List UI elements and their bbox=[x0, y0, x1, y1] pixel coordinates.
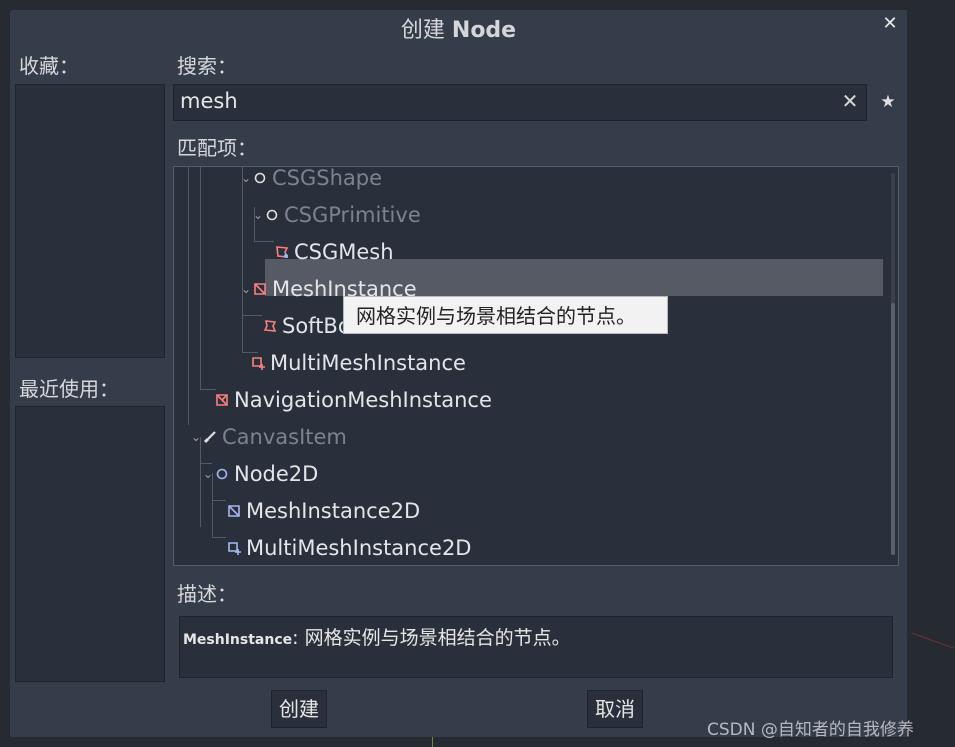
soft-body-icon bbox=[262, 318, 278, 334]
tree-item-multimeshinstance[interactable]: MultiMeshInstance bbox=[250, 348, 466, 378]
tree-guide bbox=[242, 167, 243, 353]
matches-label: 匹配项： bbox=[177, 136, 257, 160]
create-node-dialog: 创建 Node ✕ 收藏： 最近使用： 搜索： mesh ✕ ★ 匹配项： ⌄ bbox=[10, 10, 907, 737]
tree-item-label: MultiMeshInstance bbox=[270, 351, 466, 375]
navigation-mesh-icon bbox=[214, 392, 230, 408]
multimesh-instance-icon bbox=[250, 355, 266, 371]
watermark: CSDN @自知者的自我修养 bbox=[707, 720, 914, 740]
csg-mesh-icon bbox=[274, 244, 290, 260]
tooltip: 网格实例与场景相结合的节点。 bbox=[343, 296, 668, 334]
tree-guide bbox=[212, 537, 226, 538]
chevron-down-icon[interactable]: ⌄ bbox=[190, 430, 202, 444]
tree-item-label: Node2D bbox=[234, 462, 319, 486]
mesh-instance-2d-icon bbox=[226, 503, 242, 519]
search-label: 搜索： bbox=[177, 54, 237, 78]
tree-item-csgprimitive[interactable]: ⌄ CSGPrimitive bbox=[252, 200, 421, 230]
recent-label: 最近使用： bbox=[19, 377, 119, 401]
circle-node-2d-icon bbox=[214, 466, 230, 482]
grid-line-red bbox=[911, 632, 954, 649]
title-prefix: 创建 bbox=[400, 18, 445, 43]
description-label: 描述： bbox=[177, 582, 237, 606]
chevron-down-icon[interactable]: ⌄ bbox=[252, 208, 264, 222]
tree-guide bbox=[200, 167, 201, 389]
tree-item-label: NavigationMeshInstance bbox=[234, 388, 492, 412]
favorite-star-icon[interactable]: ★ bbox=[877, 90, 899, 114]
circle-node-icon bbox=[264, 207, 280, 223]
create-button[interactable]: 创建 bbox=[271, 690, 327, 728]
description-body: : 网格实例与场景相结合的节点。 bbox=[292, 627, 571, 649]
tree-item-navigationmeshinstance[interactable]: NavigationMeshInstance bbox=[214, 385, 492, 415]
description-text: MeshInstance: 网格实例与场景相结合的节点。 bbox=[183, 623, 571, 650]
circle-node-icon bbox=[252, 170, 268, 186]
tree-item-csgshape[interactable]: ⌄ CSGShape bbox=[240, 166, 383, 193]
favorites-list[interactable] bbox=[15, 84, 165, 358]
matches-tree[interactable]: ⌄ CSGShape ⌄ CSGPrimitive CSGMesh ⌄ Mesh… bbox=[173, 166, 899, 566]
search-value: mesh bbox=[180, 89, 238, 113]
tree-item-label: CSGShape bbox=[272, 166, 383, 190]
tree-item-label: CanvasItem bbox=[222, 425, 347, 449]
chevron-down-icon[interactable]: ⌄ bbox=[240, 282, 252, 296]
close-icon[interactable]: ✕ bbox=[878, 12, 902, 36]
tree-guide bbox=[254, 241, 274, 242]
tree-item-csgmesh[interactable]: CSGMesh bbox=[274, 237, 394, 267]
tree-item-canvasitem[interactable]: ⌄ CanvasItem bbox=[190, 422, 347, 452]
tree-item-node2d[interactable]: ⌄ Node2D bbox=[202, 459, 318, 489]
tree-item-label: CSGPrimitive bbox=[284, 203, 421, 227]
description-class-name: MeshInstance bbox=[183, 632, 293, 648]
scrollbar-thumb[interactable] bbox=[891, 303, 895, 555]
title-node: Node bbox=[451, 18, 517, 43]
tree-item-multimeshinstance2d[interactable]: MultiMeshInstance2D bbox=[226, 533, 471, 563]
description-box: MeshInstance: 网格实例与场景相结合的节点。 bbox=[179, 616, 893, 678]
tree-guide bbox=[212, 500, 226, 501]
cancel-button[interactable]: 取消 bbox=[587, 690, 643, 728]
tree-item-label: MultiMeshInstance2D bbox=[246, 536, 472, 560]
tree-guide bbox=[242, 315, 262, 316]
tree-item-label: CSGMesh bbox=[294, 240, 394, 264]
tree-item-label: MeshInstance2D bbox=[246, 499, 421, 523]
recent-list[interactable] bbox=[15, 406, 165, 682]
mesh-instance-icon bbox=[252, 281, 268, 297]
search-input[interactable]: mesh ✕ bbox=[173, 84, 867, 121]
multimesh-instance-2d-icon bbox=[226, 540, 242, 556]
tree-item-label: SoftBo bbox=[282, 314, 351, 338]
chevron-down-icon[interactable]: ⌄ bbox=[202, 467, 214, 481]
tree-item-softbody[interactable]: SoftBo bbox=[262, 311, 351, 341]
brush-icon bbox=[202, 429, 218, 445]
chevron-down-icon[interactable]: ⌄ bbox=[240, 171, 252, 185]
tree-guide bbox=[188, 167, 189, 425]
dialog-title: 创建 Node bbox=[10, 12, 907, 44]
clear-search-icon[interactable]: ✕ bbox=[838, 88, 862, 114]
tree-item-meshinstance2d[interactable]: MeshInstance2D bbox=[226, 496, 420, 526]
favorites-label: 收藏： bbox=[19, 54, 79, 78]
